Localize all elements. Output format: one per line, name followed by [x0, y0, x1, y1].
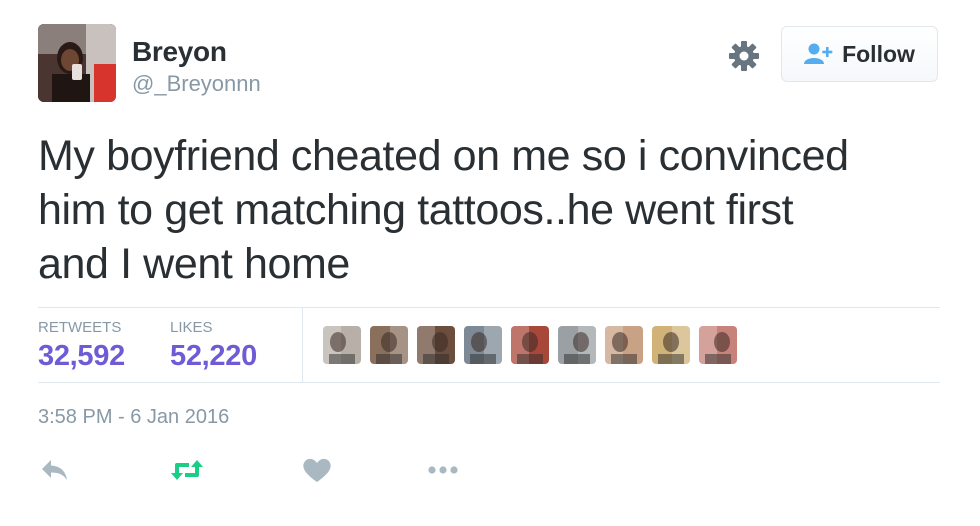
liker-avatar[interactable]	[464, 326, 502, 364]
add-user-icon	[804, 43, 833, 64]
tweet-text-line: My boyfriend cheated on me so i convince…	[38, 132, 849, 180]
likes-label: LIKES	[170, 319, 213, 336]
screen-name[interactable]: @_Breyonnn	[132, 71, 261, 97]
gear-icon[interactable]	[726, 38, 762, 74]
liker-avatar[interactable]	[699, 326, 737, 364]
retweet-icon[interactable]	[170, 455, 204, 485]
liker-avatar[interactable]	[370, 326, 408, 364]
divider	[38, 307, 940, 308]
likes-count: 52,220	[170, 340, 257, 372]
likers-avatar-row	[323, 326, 746, 364]
liker-avatar[interactable]	[323, 326, 361, 364]
more-icon[interactable]	[426, 455, 460, 485]
reply-icon[interactable]	[39, 455, 73, 485]
divider	[38, 382, 940, 383]
retweets-count: 32,592	[38, 340, 125, 372]
liker-avatar[interactable]	[605, 326, 643, 364]
tweet-text: My boyfriend cheated on me so i convince…	[38, 129, 938, 291]
display-name[interactable]: Breyon	[132, 36, 227, 68]
heart-icon[interactable]	[300, 455, 334, 485]
likes-stat[interactable]: LIKES 52,220	[170, 319, 257, 373]
liker-avatar[interactable]	[558, 326, 596, 364]
liker-avatar[interactable]	[511, 326, 549, 364]
tweet-timestamp[interactable]: 3:58 PM - 6 Jan 2016	[38, 406, 229, 429]
divider	[302, 307, 303, 383]
retweets-stat[interactable]: RETWEETS 32,592	[38, 319, 125, 373]
tweet-text-line: him to get matching tattoos..he went fir…	[38, 186, 794, 234]
tweet-card: Breyon @_Breyonnn Follow My boyfriend ch…	[0, 0, 980, 526]
follow-label: Follow	[842, 40, 915, 67]
retweets-label: RETWEETS	[38, 319, 122, 336]
avatar-photo	[38, 24, 116, 102]
follow-button[interactable]: Follow	[781, 26, 938, 82]
liker-avatar[interactable]	[417, 326, 455, 364]
tweet-text-line: and I went home	[38, 240, 350, 288]
liker-avatar[interactable]	[652, 326, 690, 364]
user-avatar[interactable]	[38, 24, 116, 102]
